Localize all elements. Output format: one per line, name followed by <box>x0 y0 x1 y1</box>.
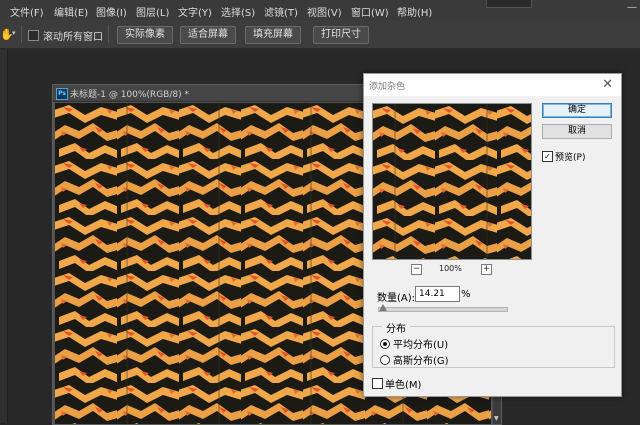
scroll-all-windows-checkbox[interactable]: 滚动所有窗口 <box>28 28 103 43</box>
checkbox-checked-icon[interactable]: ✓ <box>542 151 553 162</box>
preview-label: 预览(P) <box>555 153 586 163</box>
ok-button[interactable]: 确定 <box>542 103 612 118</box>
menu-bar: 文件(F) 编辑(E) 图像(I) 图层(L) 文字(Y) 选择(S) 滤镜(T… <box>0 0 640 20</box>
options-bar: ✋ ▾ 滚动所有窗口 实际像素 适合屏幕 填充屏幕 打印尺寸 <box>0 20 640 49</box>
menu-type[interactable]: 文字(Y) <box>178 4 212 19</box>
menu-help[interactable]: 帮助(H) <box>397 4 432 19</box>
print-size-button[interactable]: 打印尺寸 <box>313 26 369 44</box>
amount-slider-track[interactable] <box>378 307 508 312</box>
amount-unit: % <box>461 289 471 300</box>
menu-file[interactable]: 文件(F) <box>10 4 44 19</box>
checkbox-box[interactable] <box>372 378 383 389</box>
dialog-title: 添加杂色 <box>369 82 406 92</box>
separator <box>21 25 22 43</box>
radio-selected-icon[interactable] <box>380 338 390 349</box>
zoom-in-button[interactable]: + <box>481 264 492 275</box>
preview-zoom-level: 100% <box>439 264 462 273</box>
toolbox-strip <box>0 49 8 423</box>
gaussian-label: 高斯分布(G) <box>393 356 449 367</box>
menu-layer[interactable]: 图层(L) <box>136 4 169 19</box>
separator <box>108 25 109 43</box>
menu-select[interactable]: 选择(S) <box>221 4 255 19</box>
close-icon[interactable]: ✕ <box>602 77 613 92</box>
scroll-down-arrow-icon[interactable]: ▼ <box>494 415 499 422</box>
fill-screen-button[interactable]: 填充屏幕 <box>245 26 301 44</box>
menu-filter[interactable]: 滤镜(T) <box>264 4 298 19</box>
monochromatic-checkbox[interactable]: 单色(M) <box>372 376 421 391</box>
radio-unselected-icon[interactable] <box>380 354 390 365</box>
gaussian-radio[interactable]: 高斯分布(G) <box>380 352 449 367</box>
uniform-radio[interactable]: 平均分布(U) <box>380 336 448 351</box>
preview-checkbox[interactable]: ✓ 预览(P) <box>542 150 585 163</box>
menu-window[interactable]: 窗口(W) <box>351 4 389 19</box>
workspace-switcher[interactable] <box>486 0 532 8</box>
checkbox-box[interactable] <box>28 30 39 41</box>
cancel-button[interactable]: 取消 <box>542 124 612 139</box>
dialog-titlebar[interactable]: 添加杂色 ✕ <box>364 74 621 96</box>
amount-input[interactable]: 14.21 <box>415 286 460 302</box>
menu-image[interactable]: 图像(I) <box>96 4 127 19</box>
ps-file-icon: Ps <box>56 88 68 100</box>
filter-preview[interactable] <box>372 103 532 260</box>
add-noise-dialog: 添加杂色 ✕ − 100% + 确定 取消 ✓ 预览(P) 数量(A): 14.… <box>363 73 622 397</box>
menu-view[interactable]: 视图(V) <box>307 4 342 19</box>
window-controls: — <box>624 2 640 18</box>
fit-screen-button[interactable]: 适合屏幕 <box>180 26 236 44</box>
monochromatic-label: 单色(M) <box>385 380 422 391</box>
amount-slider-thumb[interactable] <box>378 304 387 311</box>
document-title[interactable]: 未标题-1 @ 100%(RGB/8) * <box>70 87 189 100</box>
amount-label: 数量(A): <box>377 293 416 304</box>
scroll-all-label: 滚动所有窗口 <box>43 32 103 43</box>
minimize-icon[interactable]: — <box>624 2 640 13</box>
actual-pixels-button[interactable]: 实际像素 <box>117 26 173 44</box>
zoom-out-button[interactable]: − <box>411 264 422 275</box>
tool-preset-arrow-icon[interactable]: ▾ <box>12 29 16 37</box>
distribution-title: 分布 <box>382 320 410 335</box>
uniform-label: 平均分布(U) <box>393 340 449 351</box>
menu-edit[interactable]: 编辑(E) <box>54 4 88 19</box>
